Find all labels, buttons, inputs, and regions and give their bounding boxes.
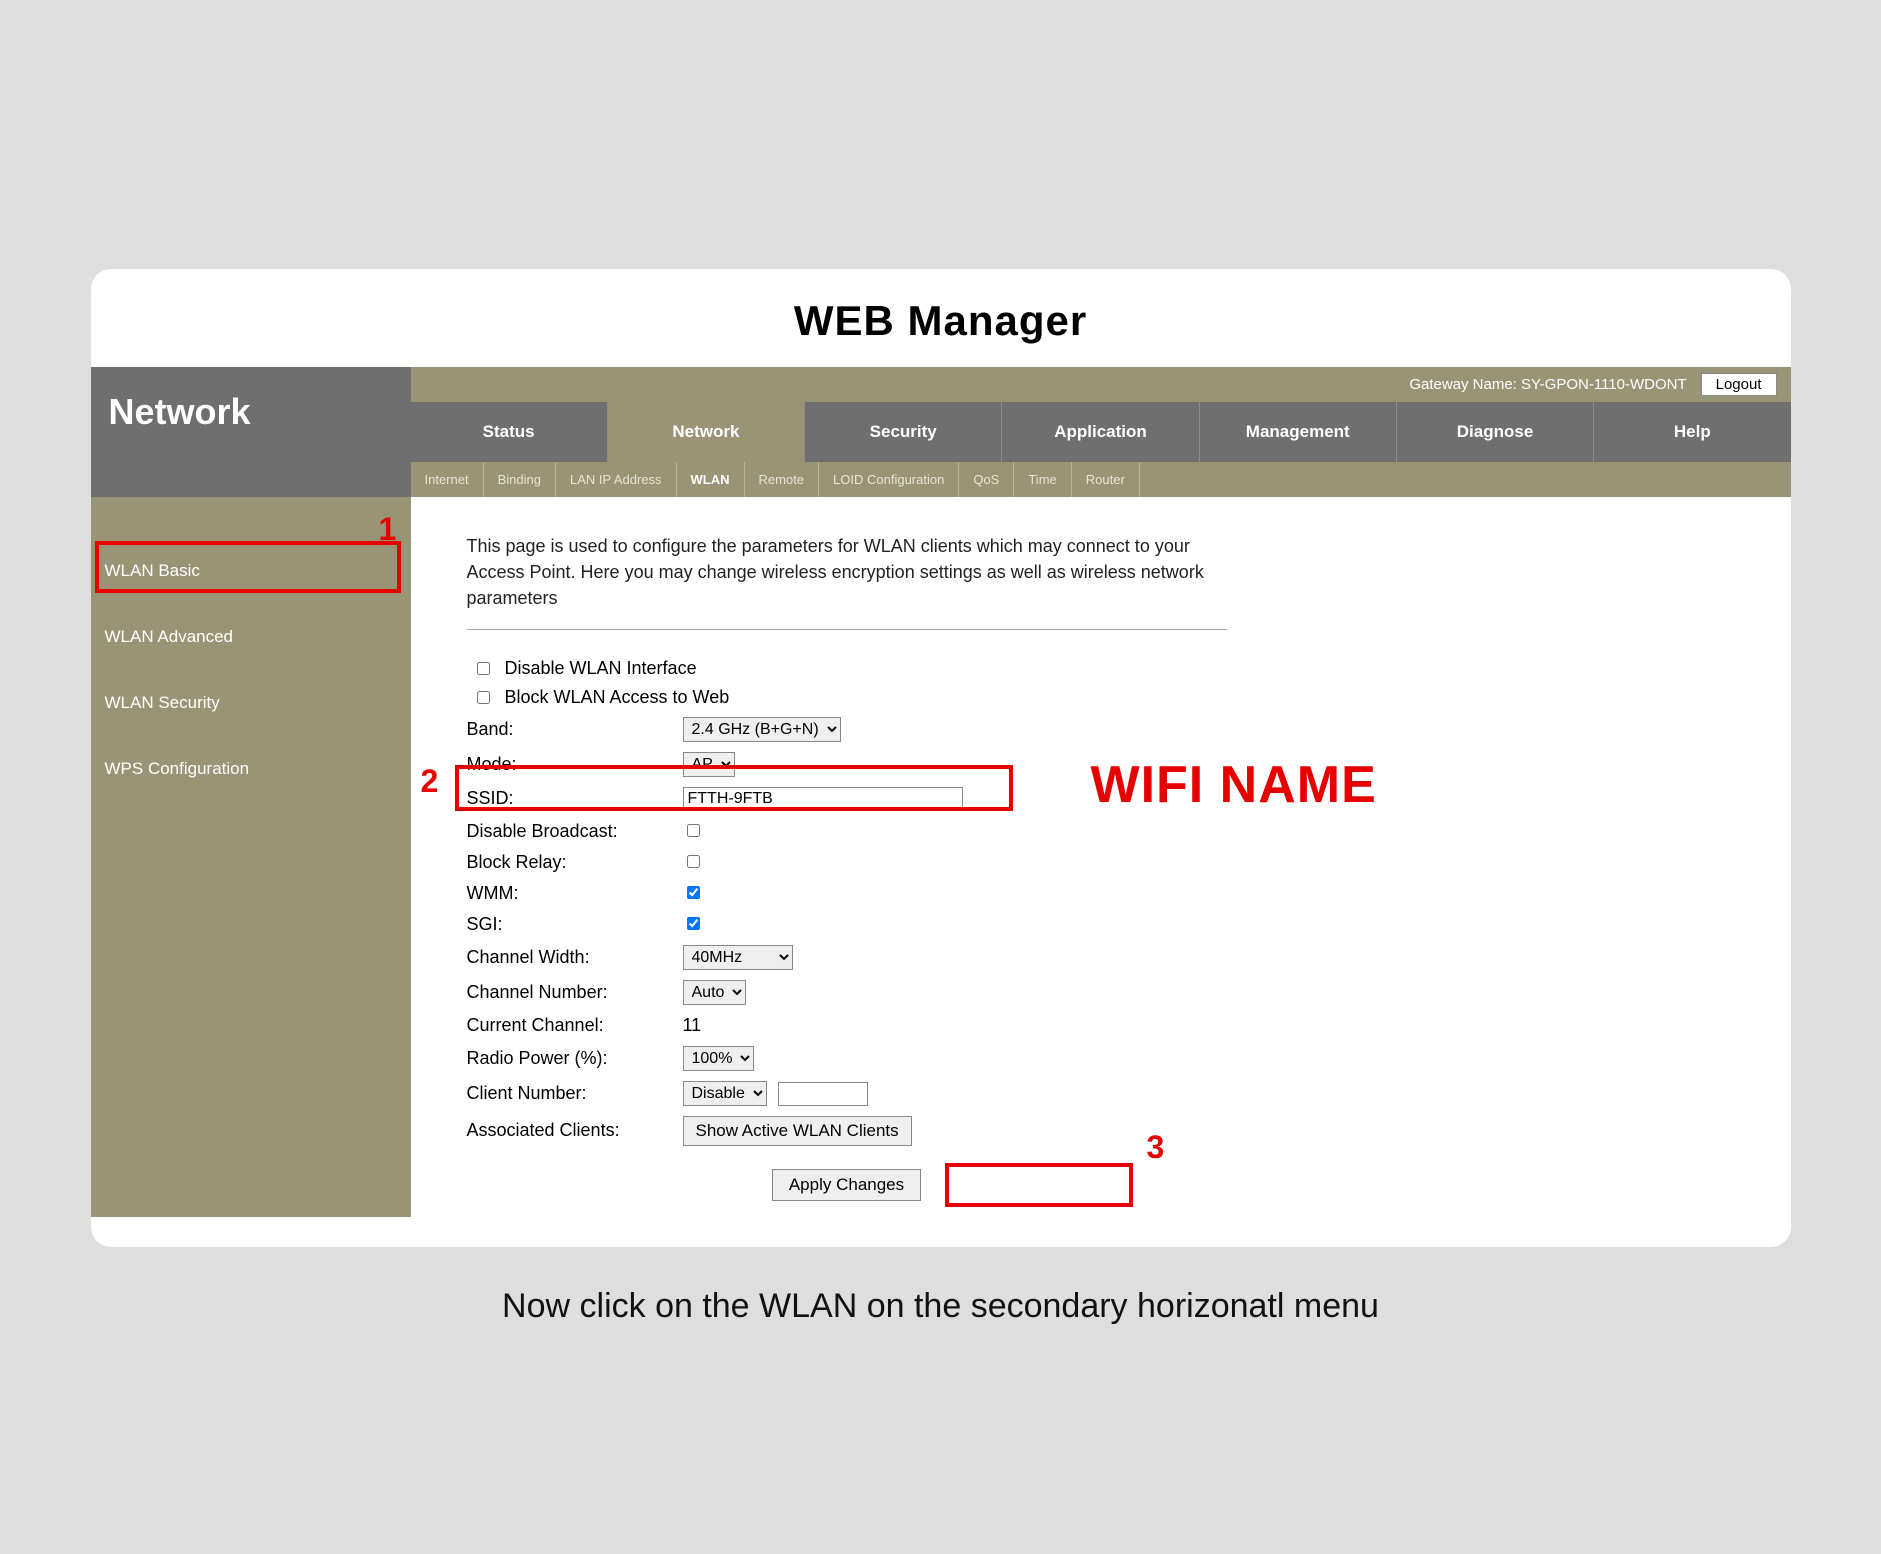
block-wlan-web-label: Block WLAN Access to Web	[505, 687, 730, 708]
sidebar-item-wlan-security[interactable]: WLAN Security	[91, 679, 411, 727]
main-tabs: StatusNetworkSecurityApplicationManageme…	[411, 402, 1791, 462]
tab-security[interactable]: Security	[804, 402, 1001, 462]
subtab-wlan[interactable]: WLAN	[677, 462, 745, 497]
wmm-label: WMM:	[467, 883, 683, 904]
annotation-number-3: 3	[1147, 1129, 1165, 1166]
associated-clients-label: Associated Clients:	[467, 1120, 683, 1141]
outer-frame: WEB Manager Network Gateway Name: SY-GPO…	[51, 179, 1831, 1376]
subtab-time[interactable]: Time	[1014, 462, 1071, 497]
section-label: Network	[91, 367, 411, 497]
tab-status[interactable]: Status	[411, 402, 607, 462]
subtab-lan-ip-address[interactable]: LAN IP Address	[556, 462, 677, 497]
page-description: This page is used to configure the param…	[467, 533, 1227, 630]
client-number-input[interactable]	[778, 1082, 868, 1106]
tab-help[interactable]: Help	[1593, 402, 1790, 462]
subtab-binding[interactable]: Binding	[484, 462, 556, 497]
body-grid: WLAN Basic WLAN Advanced WLAN Security WPS …	[91, 497, 1791, 1217]
disable-wlan-checkbox[interactable]	[477, 662, 490, 675]
subtab-internet[interactable]: Internet	[411, 462, 484, 497]
sidebar-item-wps-configuration[interactable]: WPS Configuration	[91, 745, 411, 793]
ssid-label: SSID:	[467, 788, 683, 809]
channel-width-select[interactable]: 40MHz	[683, 945, 793, 970]
subtab-loid-configuration[interactable]: LOID Configuration	[819, 462, 959, 497]
annotation-number-1: 1	[379, 511, 397, 548]
apply-changes-button[interactable]: Apply Changes	[772, 1169, 921, 1201]
sidebar-item-wlan-advanced[interactable]: WLAN Advanced	[91, 613, 411, 661]
channel-number-select[interactable]: Auto	[683, 980, 746, 1005]
subtab-qos[interactable]: QoS	[959, 462, 1014, 497]
radio-power-select[interactable]: 100%	[683, 1046, 754, 1071]
client-number-label: Client Number:	[467, 1083, 683, 1104]
mode-select[interactable]: AP	[683, 752, 735, 777]
header-grid: Network Gateway Name: SY-GPON-1110-WDONT…	[91, 367, 1791, 497]
annotation-number-2: 2	[421, 763, 439, 800]
gateway-name-label: Gateway Name: SY-GPON-1110-WDONT	[1409, 376, 1686, 393]
tab-management[interactable]: Management	[1199, 402, 1396, 462]
tab-application[interactable]: Application	[1001, 402, 1198, 462]
subtab-router[interactable]: Router	[1072, 462, 1140, 497]
instruction-text: Now click on the WLAN on the secondary h…	[91, 1287, 1791, 1326]
wmm-checkbox[interactable]	[687, 886, 700, 899]
sidebar-item-wlan-basic[interactable]: WLAN Basic	[91, 547, 411, 595]
wifi-name-callout: WIFI NAME	[1091, 755, 1377, 815]
current-channel-value: 11	[683, 1015, 702, 1036]
sub-tabs: InternetBindingLAN IP AddressWLANRemoteL…	[411, 462, 1791, 497]
channel-width-label: Channel Width:	[467, 947, 683, 968]
logout-button[interactable]: Logout	[1701, 373, 1777, 396]
current-channel-label: Current Channel:	[467, 1015, 683, 1036]
router-admin-screenshot: WEB Manager Network Gateway Name: SY-GPO…	[91, 269, 1791, 1247]
main-panel: This page is used to configure the param…	[411, 497, 1791, 1217]
channel-number-label: Channel Number:	[467, 982, 683, 1003]
ssid-input[interactable]	[683, 787, 963, 811]
disable-wlan-label: Disable WLAN Interface	[505, 658, 697, 679]
sgi-label: SGI:	[467, 914, 683, 935]
client-number-select[interactable]: Disable	[683, 1081, 767, 1106]
tab-network[interactable]: Network	[607, 402, 804, 462]
disable-broadcast-checkbox[interactable]	[687, 824, 700, 837]
mode-label: Mode:	[467, 754, 683, 775]
sidebar: WLAN Basic WLAN Advanced WLAN Security WPS …	[91, 497, 411, 1217]
disable-broadcast-label: Disable Broadcast:	[467, 821, 683, 842]
gateway-bar: Gateway Name: SY-GPON-1110-WDONT Logout	[411, 367, 1791, 402]
band-select[interactable]: 2.4 GHz (B+G+N)	[683, 717, 841, 742]
block-wlan-web-checkbox[interactable]	[477, 691, 490, 704]
radio-power-label: Radio Power (%):	[467, 1048, 683, 1069]
page-title: WEB Manager	[91, 269, 1791, 367]
annotation-box-3	[945, 1163, 1133, 1207]
sgi-checkbox[interactable]	[687, 917, 700, 930]
subtab-remote[interactable]: Remote	[745, 462, 820, 497]
tab-diagnose[interactable]: Diagnose	[1396, 402, 1593, 462]
block-relay-label: Block Relay:	[467, 852, 683, 873]
wlan-basic-form: Disable WLAN Interface Block WLAN Access…	[467, 654, 1751, 1201]
block-relay-checkbox[interactable]	[687, 855, 700, 868]
show-clients-button[interactable]: Show Active WLAN Clients	[683, 1116, 912, 1146]
band-label: Band:	[467, 719, 683, 740]
